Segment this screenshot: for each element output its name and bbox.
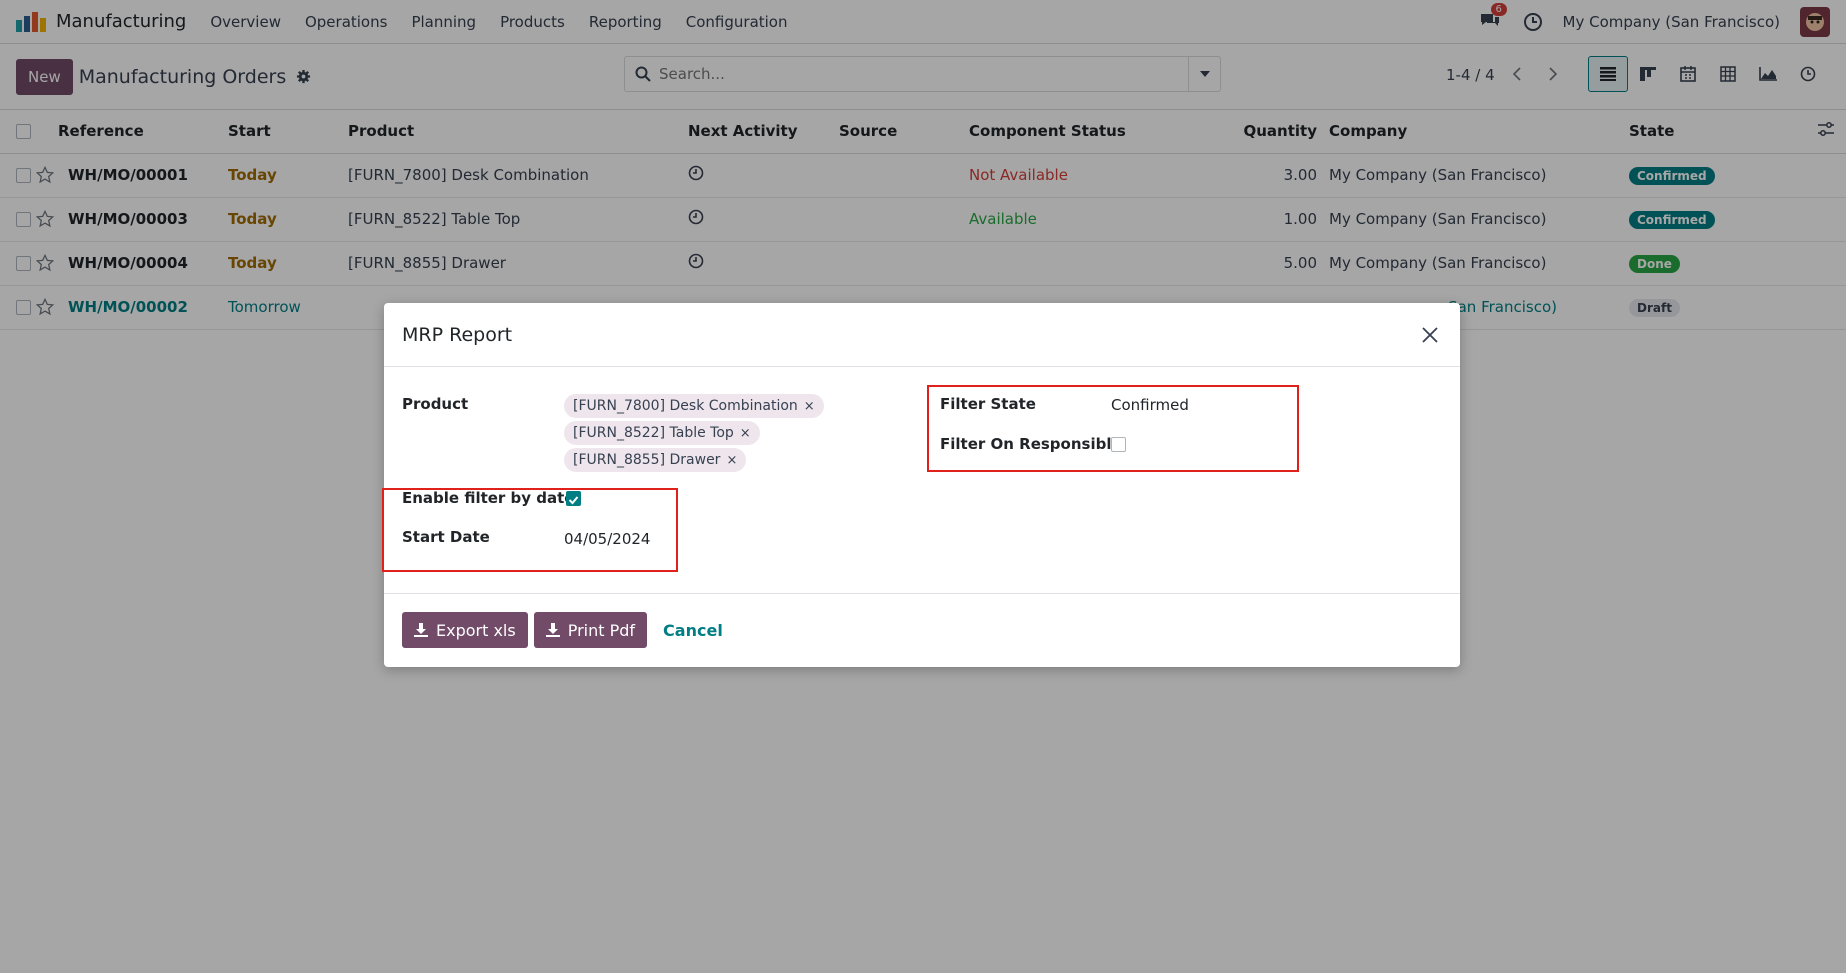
cancel-button[interactable]: Cancel [663,621,723,640]
remove-tag-icon[interactable]: × [726,453,737,468]
start-date-field[interactable]: 04/05/2024 [564,530,650,548]
remove-tag-icon[interactable]: × [740,426,751,441]
mrp-report-dialog: MRP Report Product [FURN_7800] Desk Comb… [382,303,1460,667]
export-xls-button[interactable]: Export xls [402,612,528,648]
checkmark-icon [568,496,579,505]
download-icon [545,623,560,637]
export-xls-label: Export xls [436,620,516,640]
close-dialog-button[interactable] [1418,323,1442,347]
enable-filter-label: Enable filter by date [402,489,575,507]
start-date-label: Start Date [402,528,490,546]
filter-state-label: Filter State [940,395,1036,413]
product-tag: [FURN_7800] Desk Combination × [564,394,824,418]
product-tag-label: [FURN_8855] Drawer [573,452,721,468]
filter-responsible-label: Filter On Responsible [940,435,1122,453]
product-tag-label: [FURN_7800] Desk Combination [573,398,798,414]
filter-responsible-checkbox[interactable] [1111,437,1126,452]
filter-state-select[interactable]: Confirmed [1111,396,1189,414]
product-tag-label: [FURN_8522] Table Top [573,425,734,441]
dialog-title: MRP Report [402,323,513,346]
download-icon [414,623,428,637]
print-pdf-button[interactable]: Print Pdf [533,612,648,648]
product-tag: [FURN_8855] Drawer × [564,448,747,472]
product-label: Product [402,395,469,413]
enable-filter-checkbox[interactable] [566,491,581,506]
remove-tag-icon[interactable]: × [804,399,815,414]
product-tag: [FURN_8522] Table Top × [564,421,760,445]
close-icon [1422,326,1438,343]
print-pdf-label: Print Pdf [567,620,636,640]
